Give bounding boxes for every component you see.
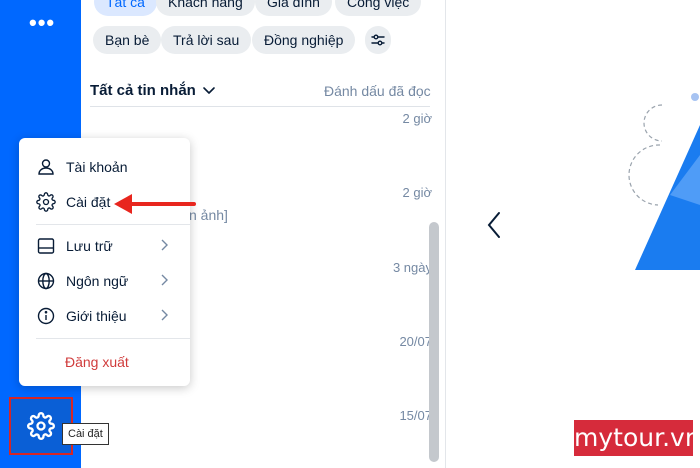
gear-icon bbox=[27, 412, 55, 440]
chevron-right-icon bbox=[161, 239, 168, 251]
sliders-icon bbox=[371, 34, 385, 46]
filter-chip-work[interactable]: Công việc bbox=[335, 0, 422, 16]
filter-chip-customers[interactable]: Khách hàng bbox=[156, 0, 255, 16]
settings-tooltip: Cài đặt bbox=[62, 423, 109, 445]
conversation-time: 20/07 bbox=[399, 334, 432, 349]
mark-all-read-link[interactable]: Đánh dấu đã đọc bbox=[324, 83, 431, 99]
chevron-right-icon bbox=[161, 309, 168, 321]
globe-icon bbox=[37, 272, 55, 290]
filter-chip-friends[interactable]: Bạn bè bbox=[93, 26, 162, 54]
menu-item-label: Giới thiệu bbox=[66, 308, 127, 324]
menu-item-account[interactable]: Tài khoản bbox=[19, 150, 190, 184]
logout-button[interactable]: Đăng xuất bbox=[65, 354, 129, 370]
settings-menu: Tài khoản Cài đặt Lưu trữ Ngôn ngữ Giới … bbox=[19, 138, 191, 386]
menu-item-label: Cài đặt bbox=[66, 194, 111, 210]
menu-item-language[interactable]: Ngôn ngữ bbox=[19, 264, 190, 298]
menu-item-label: Ngôn ngữ bbox=[66, 273, 129, 289]
watermark-logo: mytour.vn bbox=[574, 420, 700, 456]
chevron-left-icon[interactable] bbox=[486, 210, 502, 240]
conversation-time: 2 giờ bbox=[402, 111, 433, 126]
storage-icon bbox=[37, 238, 55, 254]
menu-item-storage[interactable]: Lưu trữ bbox=[19, 229, 190, 263]
list-divider bbox=[90, 106, 430, 107]
filter-chip-colleagues[interactable]: Đồng nghiệp bbox=[252, 26, 356, 54]
list-title-label: Tất cả tin nhắn bbox=[90, 82, 196, 99]
info-icon bbox=[37, 307, 55, 325]
illustration-icon bbox=[628, 93, 700, 270]
filter-settings-button[interactable] bbox=[365, 26, 391, 54]
more-dots-icon[interactable]: ••• bbox=[29, 12, 55, 34]
menu-item-label: Tài khoản bbox=[66, 159, 128, 175]
filter-chip-all[interactable]: Tất cả bbox=[94, 0, 157, 16]
chevron-down-icon bbox=[203, 86, 215, 94]
arrow-left-icon bbox=[114, 194, 196, 214]
user-icon bbox=[38, 159, 54, 175]
conversation-time: 2 giờ bbox=[402, 185, 433, 200]
menu-divider bbox=[36, 224, 191, 225]
menu-divider bbox=[36, 338, 191, 339]
gear-icon bbox=[36, 192, 56, 212]
conversation-time: 15/07 bbox=[399, 408, 432, 423]
all-messages-dropdown[interactable]: Tất cả tin nhắn bbox=[90, 82, 216, 99]
filter-chip-reply-later[interactable]: Trả lời sau bbox=[161, 26, 252, 54]
chevron-right-icon bbox=[161, 274, 168, 286]
menu-item-label: Lưu trữ bbox=[66, 238, 113, 254]
filter-chip-family[interactable]: Gia đình bbox=[255, 0, 332, 16]
conversation-time: 3 ngày bbox=[392, 260, 432, 275]
menu-item-about[interactable]: Giới thiệu bbox=[19, 299, 190, 333]
conversation-scrollbar[interactable] bbox=[429, 222, 439, 462]
